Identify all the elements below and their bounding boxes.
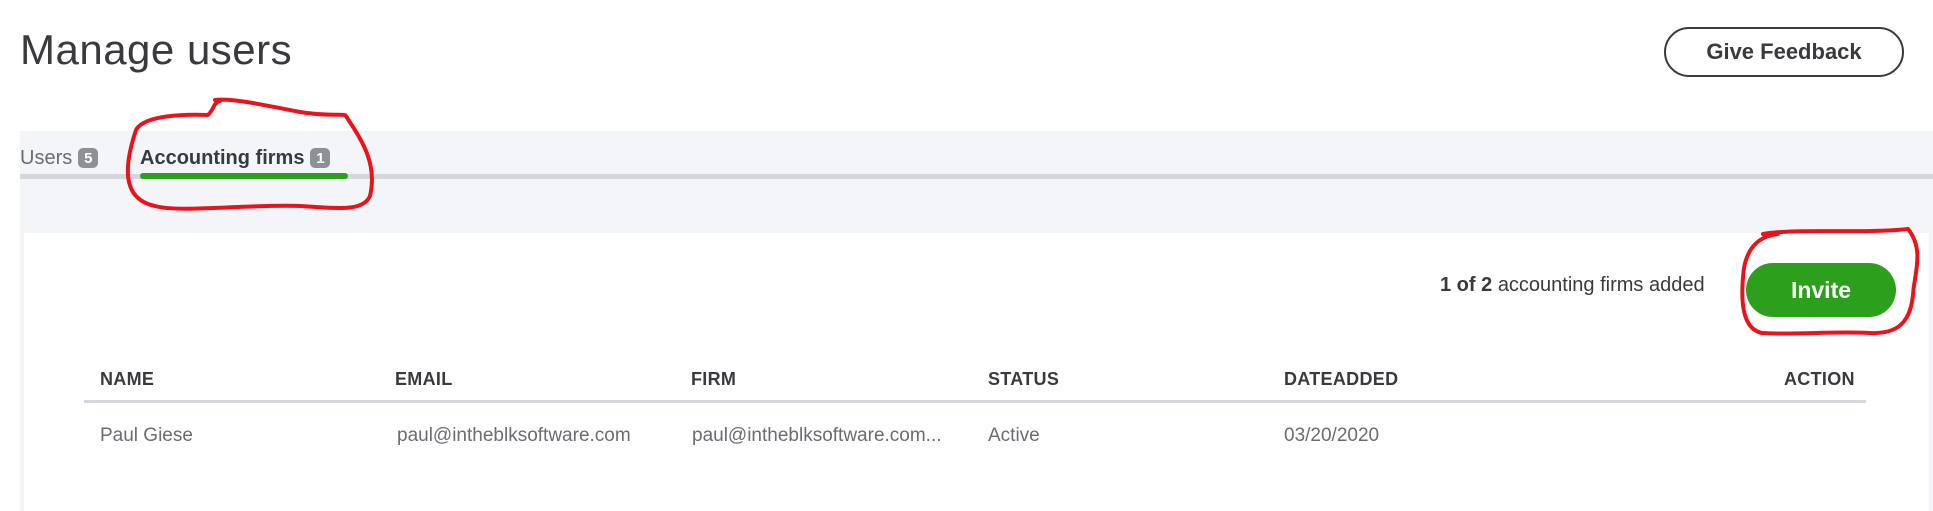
invite-button[interactable]: Invite	[1746, 263, 1896, 317]
column-header-date-added[interactable]: DATEADDED	[1284, 369, 1398, 390]
firms-count-suffix: accounting firms added	[1497, 274, 1705, 296]
firms-count-summary: 1 of 2 accounting firms added	[1440, 274, 1705, 297]
column-header-status[interactable]: STATUS	[988, 369, 1059, 390]
tab-users[interactable]: Users 5	[20, 143, 99, 173]
column-header-email[interactable]: EMAIL	[395, 369, 453, 390]
page-title: Manage users	[20, 26, 293, 73]
tab-users-label: Users	[20, 146, 73, 169]
cell-email: paul@intheblksoftware.com	[397, 425, 631, 446]
tab-accounting-firms-label: Accounting firms	[140, 146, 305, 169]
active-tab-indicator	[140, 173, 348, 179]
table-header-rule	[84, 400, 1866, 403]
firms-count-value: 1 of 2	[1440, 274, 1493, 296]
give-feedback-button[interactable]: Give Feedback	[1664, 27, 1904, 77]
cell-name: Paul Giese	[100, 425, 193, 446]
column-header-name[interactable]: NAME	[100, 369, 154, 390]
cell-date-added: 03/20/2020	[1284, 425, 1380, 446]
tab-accounting-firms-count-badge: 1	[310, 148, 331, 168]
cell-status: Active	[988, 425, 1040, 446]
column-header-firm[interactable]: FIRM	[691, 369, 736, 390]
column-header-action: ACTION	[1784, 369, 1855, 389]
tab-accounting-firms[interactable]: Accounting firms 1	[140, 143, 331, 173]
tab-users-count-badge: 5	[78, 148, 99, 168]
cell-firm: paul@intheblksoftware.com...	[692, 425, 942, 446]
